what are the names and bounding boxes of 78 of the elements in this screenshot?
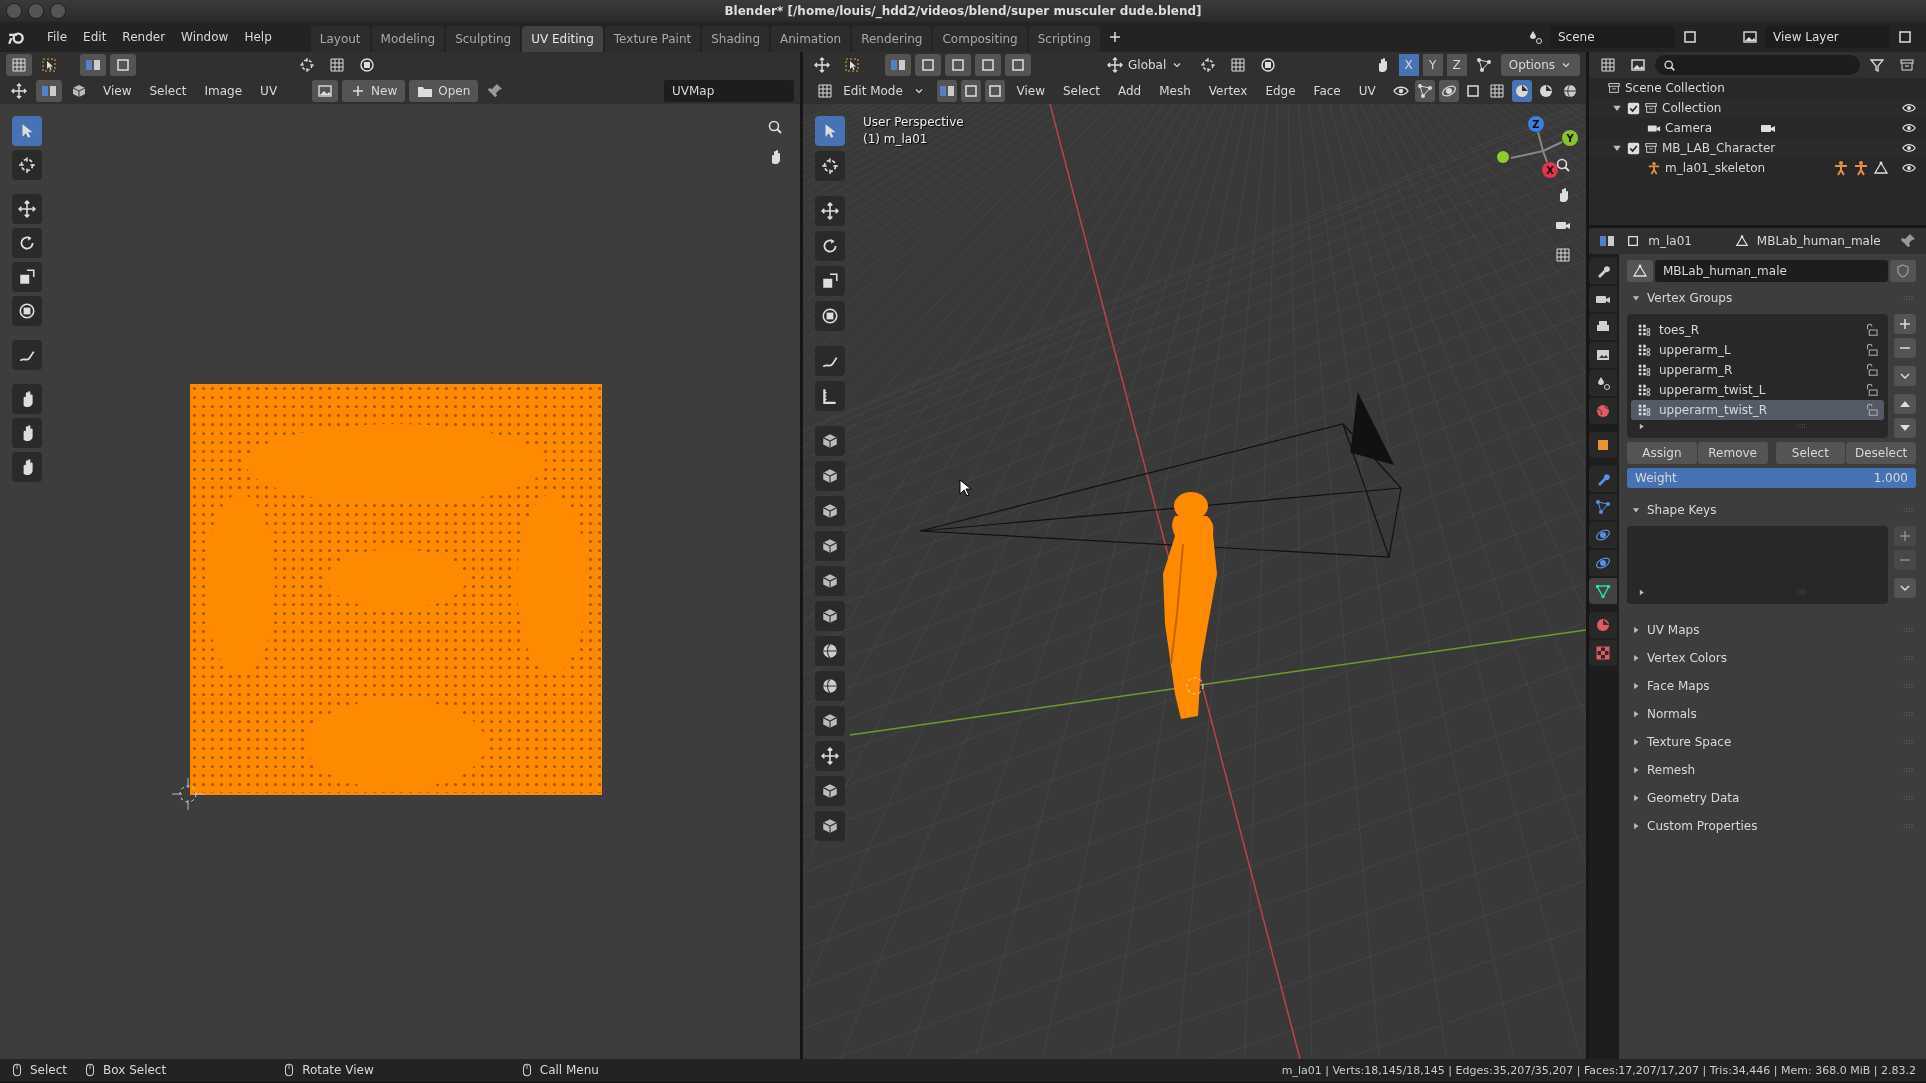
panel-header[interactable]: Normals (1647, 707, 1896, 721)
scene-statistics: m_la01 | Verts:18,145/18,145 | Edges:35,207/35,207 | Faces:17,207/17,207 | Tris:34,446 | Mem: 368.0 MiB | 2.83.2 (1281, 1063, 1916, 1077)
workspace-tab[interactable]: Shading (702, 26, 769, 52)
vertex-group-item[interactable]: upperarm_L (1631, 340, 1884, 360)
options-dropdown[interactable]: Options (1500, 54, 1580, 76)
outliner-item[interactable]: MB_LAB_Character (1662, 141, 1898, 155)
mesh-data-name: MBLab_human_male (1756, 234, 1881, 248)
workspace-tab[interactable]: UV Editing (522, 26, 603, 52)
slider-value: 1.000 (1873, 471, 1908, 485)
orientation-dropdown[interactable]: Global (1099, 54, 1192, 76)
vertex-group-item[interactable]: toes_R (1631, 320, 1884, 340)
outliner-item[interactable]: Collection (1662, 101, 1898, 115)
status-hint: Call Menu (539, 1063, 599, 1077)
menu-item[interactable]: Help (237, 26, 279, 48)
workspace-tab[interactable]: Sculpting (446, 26, 521, 52)
view-perspective-label: User Perspective (863, 114, 964, 131)
gizmo-axis-handle[interactable]: Z (1528, 116, 1544, 132)
menu-item[interactable]: Select (142, 80, 194, 102)
vertex-group-button[interactable]: Assign (1627, 442, 1697, 464)
status-hint: Box Select (103, 1063, 167, 1077)
menu-item[interactable]: View (96, 80, 139, 102)
gizmo-axis-handle[interactable]: Y (1562, 130, 1578, 146)
workspace-tab[interactable]: Animation (771, 26, 851, 52)
mode-dropdown[interactable]: Edit Mode (809, 80, 933, 102)
menu-item[interactable]: Edit (76, 26, 114, 48)
workspace-tab[interactable]: Modeling (371, 26, 445, 52)
menu-item[interactable]: File (40, 26, 75, 48)
workspace-tab[interactable]: Layout (310, 26, 370, 52)
panel-header[interactable]: Texture Space (1647, 735, 1896, 749)
gizmo-axis-handle[interactable]: X (1542, 162, 1558, 178)
active-object-label: (1) m_la01 (863, 131, 928, 148)
uv-map-field[interactable]: UVMap (664, 80, 794, 102)
menu-item[interactable]: Image (197, 80, 250, 102)
panel-header[interactable]: Vertex Groups (1647, 291, 1896, 305)
menu-item[interactable]: Add (1111, 80, 1149, 102)
panel-header[interactable]: Custom Properties (1647, 819, 1896, 833)
outliner-item[interactable]: Scene Collection (1625, 81, 1916, 95)
status-hint: Select (30, 1063, 68, 1077)
slider-label: Weight (1635, 471, 1677, 485)
menu-item[interactable]: View (1009, 80, 1052, 102)
weight-slider[interactable]: Weight 1.000 (1627, 468, 1916, 488)
vertex-group-button[interactable]: Remove (1697, 442, 1768, 464)
new-image-button[interactable]: New (342, 80, 406, 102)
mesh-name-field[interactable]: MBLab_human_male (1655, 260, 1888, 282)
menu-item[interactable]: UV (253, 80, 285, 102)
menu-item[interactable]: Face (1306, 80, 1348, 102)
workspace-tab[interactable]: Scripting (1028, 26, 1101, 52)
mirror-axis-toggle[interactable]: Z (1446, 54, 1467, 76)
menu-item[interactable]: Window (174, 26, 236, 48)
status-hint: Rotate View (302, 1063, 374, 1077)
vertex-group-button[interactable]: Select (1775, 442, 1846, 464)
outliner-item[interactable]: Camera (1665, 121, 1713, 135)
workspace-tab[interactable]: Rendering (852, 26, 932, 52)
scene-field[interactable]: Scene (1550, 26, 1675, 48)
open-image-button[interactable]: Open (409, 80, 479, 102)
outliner-item[interactable]: m_la01_skeleton (1665, 161, 1766, 175)
panel-header[interactable]: Face Maps (1647, 679, 1896, 693)
menu-item[interactable]: Edge (1258, 80, 1303, 102)
panel-header[interactable]: Remesh (1647, 763, 1896, 777)
menu-item[interactable]: Render (115, 26, 173, 48)
view-layer-field[interactable]: View Layer (1765, 26, 1890, 48)
panel-header[interactable]: Vertex Colors (1647, 651, 1896, 665)
menu-item[interactable]: Select (1055, 80, 1107, 102)
vertex-group-button[interactable]: Deselect (1846, 442, 1916, 464)
mirror-axis-toggle[interactable]: Y (1422, 54, 1443, 76)
vertex-group-item[interactable]: upperarm_R (1631, 360, 1884, 380)
panel-header[interactable]: Geometry Data (1647, 791, 1896, 805)
panel-header[interactable]: UV Maps (1647, 623, 1896, 637)
panel-header[interactable]: Shape Keys (1647, 503, 1896, 517)
vertex-group-item[interactable]: upperarm_twist_R (1631, 400, 1884, 420)
menu-item[interactable]: UV (1351, 80, 1383, 102)
object-name: m_la01 (1648, 234, 1692, 248)
vertex-group-item[interactable]: upperarm_twist_L (1631, 380, 1884, 400)
workspace-tab[interactable]: Texture Paint (604, 26, 701, 52)
menu-item[interactable]: Mesh (1152, 80, 1198, 102)
workspace-tab[interactable]: Compositing (933, 26, 1027, 52)
window-title: Blender* [/home/louis/_hdd2/videos/blend/super musculer dude.blend] (724, 4, 1202, 18)
menu-item[interactable]: Vertex (1201, 80, 1255, 102)
